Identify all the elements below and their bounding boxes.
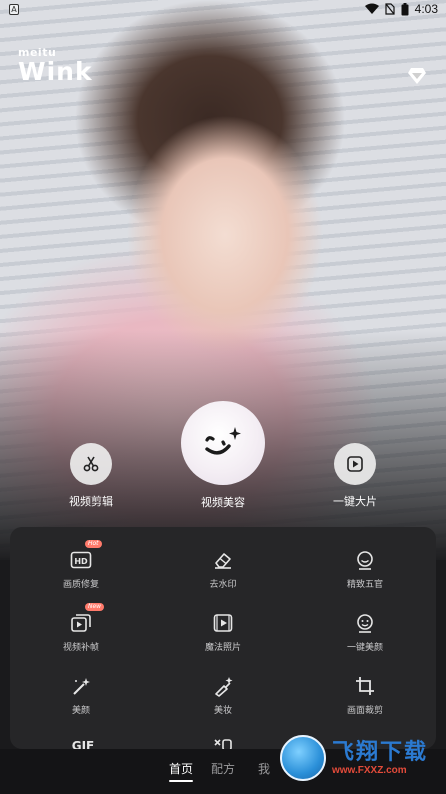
magic-wand-icon — [73, 678, 90, 695]
tab-recipes[interactable]: 配方 — [211, 760, 235, 777]
battery-icon — [401, 2, 409, 15]
app-logo: meitu Wink — [18, 46, 93, 85]
wifi-icon — [364, 3, 379, 14]
tools-panel: HD Hot 画质修复 去水印 精致五官 New 视频补帧 魔法照片 一键美颜 … — [10, 527, 436, 753]
tab-home[interactable]: 首页 — [169, 760, 193, 777]
quick-action-circle-main[interactable] — [181, 401, 265, 485]
tool-label: 魔法照片 — [204, 643, 241, 653]
hot-badge: Hot — [85, 540, 102, 548]
quick-action-label: 视频美容 — [201, 496, 245, 509]
new-badge: New — [85, 603, 105, 611]
makeup-brush-icon — [215, 677, 233, 697]
tool-label: 画面裁剪 — [346, 706, 383, 716]
crop-icon — [356, 677, 374, 695]
no-sim-icon — [385, 3, 395, 15]
status-bar: A 4:03 — [0, 0, 446, 20]
tab-active-indicator — [169, 780, 193, 782]
quick-action-video-beauty[interactable]: 视频美容 — [181, 401, 265, 510]
face-icon — [357, 551, 373, 570]
quick-action-label: 视频剪辑 — [69, 495, 113, 508]
quick-action-circle[interactable] — [70, 443, 112, 485]
status-notification-badge: A — [9, 4, 19, 15]
tool-label: 精致五官 — [346, 580, 383, 590]
watermark-url: www.FXXZ.com — [332, 764, 407, 776]
logo-wink-text: Wink — [18, 57, 93, 86]
tool-frame-interpolation[interactable]: New 视频补帧 — [21, 603, 141, 653]
tool-label: 画质修复 — [62, 580, 99, 590]
tool-remove-watermark[interactable]: 去水印 — [163, 549, 283, 590]
tool-one-click-beauty[interactable]: 一键美颜 — [305, 612, 425, 653]
watermark-title: 飞翔下载 — [332, 739, 429, 765]
scissors-icon — [83, 456, 99, 472]
tool-label: 去水印 — [209, 580, 237, 590]
beauty-face-icon — [357, 614, 373, 633]
quick-action-circle[interactable] — [334, 443, 376, 485]
quick-action-one-click-film[interactable]: 一键大片 — [326, 443, 384, 509]
tool-crop[interactable]: 画面裁剪 — [305, 675, 425, 716]
svg-text:HD: HD — [74, 557, 88, 566]
tool-beauty[interactable]: 美颜 — [21, 675, 141, 716]
tool-magic-photo[interactable]: 魔法照片 — [163, 612, 283, 653]
tool-makeup[interactable]: 美妆 — [163, 675, 283, 716]
tool-refine-features[interactable]: 精致五官 — [305, 549, 425, 590]
play-icon — [347, 456, 363, 472]
tool-label: 一键美颜 — [346, 643, 383, 653]
magic-photo-icon — [213, 614, 233, 632]
quick-action-video-edit[interactable]: 视频剪辑 — [62, 443, 120, 509]
status-time: 4:03 — [414, 2, 438, 16]
quick-action-label: 一键大片 — [333, 495, 377, 508]
watermark-logo-icon — [280, 735, 326, 781]
eraser-icon — [215, 553, 231, 569]
site-watermark: 飞翔下载 www.FXXZ.com — [280, 733, 440, 783]
tool-quality-repair[interactable]: HD Hot 画质修复 — [21, 540, 141, 590]
tab-me[interactable]: 我 — [258, 760, 270, 777]
tool-label: 美妆 — [213, 706, 232, 716]
hd-icon: HD — [70, 551, 92, 569]
frames-icon — [71, 614, 91, 632]
tool-label: 美颜 — [71, 706, 90, 716]
smile-sparkle-icon — [205, 427, 241, 455]
tool-label: 视频补帧 — [62, 643, 99, 653]
vip-diamond-icon[interactable] — [407, 67, 427, 85]
